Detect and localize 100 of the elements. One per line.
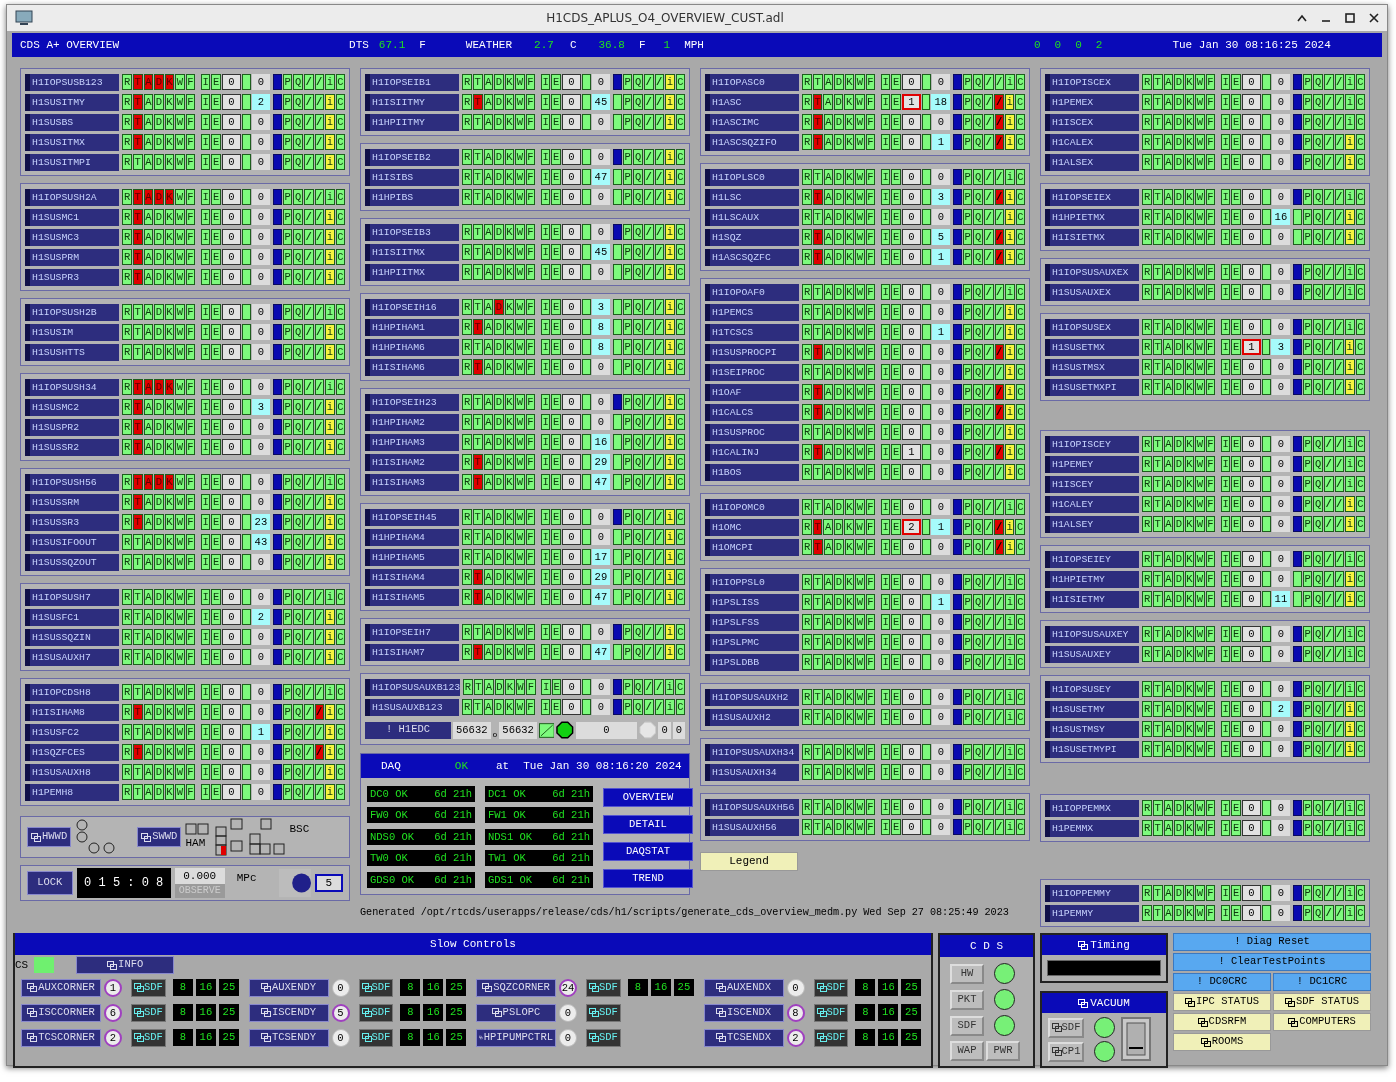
model-button[interactable]: H1SUSPROCPI bbox=[705, 343, 800, 361]
model-button[interactable]: H1PEMMY bbox=[1045, 904, 1140, 922]
model-button[interactable]: H1PSLFSS bbox=[705, 613, 800, 631]
model-button[interactable]: H1SUSPROC bbox=[705, 423, 800, 441]
display-button[interactable]: ROOMS bbox=[1173, 1033, 1271, 1051]
info-button[interactable]: INFO bbox=[76, 956, 175, 974]
vacuum-button[interactable]: VACUUM bbox=[1042, 993, 1166, 1013]
display-button[interactable]: COMPUTERS bbox=[1273, 1013, 1371, 1031]
hwwd-button[interactable]: HWWD bbox=[27, 827, 72, 847]
model-button[interactable]: H1SQZFCES bbox=[25, 743, 120, 761]
model-button[interactable]: H1IOPCDSH8 bbox=[25, 683, 120, 701]
model-button[interactable]: H1ASCIMC bbox=[705, 113, 800, 131]
model-button[interactable]: H1IOPISCEX bbox=[1045, 73, 1140, 91]
model-button[interactable]: H1HPIITMX bbox=[365, 263, 460, 281]
model-button[interactable]: H1IOPSUSAUXEY bbox=[1045, 625, 1140, 643]
daq-nav-button[interactable]: TREND bbox=[603, 869, 693, 888]
model-button[interactable]: H1CALCS bbox=[705, 403, 800, 421]
model-button[interactable]: H1ISIHAM4 bbox=[365, 568, 460, 586]
model-button[interactable]: H1SUSETMXPI bbox=[1045, 378, 1140, 396]
model-button[interactable]: H1SUSAUXB123 bbox=[365, 698, 460, 716]
daq-nav-button[interactable]: DAQSTAT bbox=[603, 842, 693, 861]
model-button[interactable]: H1IOPOMC0 bbox=[705, 498, 800, 516]
legend-button[interactable]: Legend bbox=[700, 852, 798, 871]
model-button[interactable]: H1ISIITMX bbox=[365, 243, 460, 261]
display-button[interactable]: IPC STATUS bbox=[1173, 993, 1271, 1011]
model-button[interactable]: H1IOPSUSH34 bbox=[25, 378, 120, 396]
system-button[interactable]: ISCENDX bbox=[703, 1003, 784, 1022]
model-button[interactable]: H1OMC bbox=[705, 518, 800, 536]
model-button[interactable]: H1HPIHAM6 bbox=[365, 338, 460, 356]
model-button[interactable]: H1HPIHAM1 bbox=[365, 318, 460, 336]
model-button[interactable]: H1SUSITMPI bbox=[25, 153, 120, 171]
system-button[interactable]: AUXENDY bbox=[248, 978, 329, 997]
model-button[interactable]: H1SUSETMYPI bbox=[1045, 740, 1140, 758]
model-button[interactable]: H1SUSTMSY bbox=[1045, 720, 1140, 738]
model-button[interactable]: H1PEMCS bbox=[705, 303, 800, 321]
model-button[interactable]: H1SUSPR3 bbox=[25, 268, 120, 286]
model-button[interactable]: H1IOPPSL0 bbox=[705, 573, 800, 591]
model-button[interactable]: H1SUSITMX bbox=[25, 133, 120, 151]
model-button[interactable]: H1IOPLSC0 bbox=[705, 168, 800, 186]
model-button[interactable]: H1IOPSEIH16 bbox=[365, 298, 460, 316]
model-button[interactable]: H1SUSSQZIN bbox=[25, 628, 120, 646]
system-button[interactable]: TCSCORNER bbox=[21, 1028, 101, 1047]
timing-button[interactable]: Timing bbox=[1042, 935, 1166, 955]
sdf-button[interactable]: SDF bbox=[586, 978, 621, 997]
model-button[interactable]: H1ISIHAM5 bbox=[365, 588, 460, 606]
daq-nav-button[interactable]: DETAIL bbox=[603, 815, 693, 834]
model-button[interactable]: H1ASCSQZIFO bbox=[705, 133, 800, 151]
model-button[interactable]: H1SUSSQZOUT bbox=[25, 553, 120, 571]
model-button[interactable]: H1CALEY bbox=[1045, 495, 1140, 513]
model-button[interactable]: H1PEMEY bbox=[1045, 455, 1140, 473]
model-button[interactable]: H1HPIITMY bbox=[365, 113, 460, 131]
display-button[interactable]: SDF STATUS bbox=[1273, 993, 1371, 1011]
sdf-button[interactable]: SDF bbox=[131, 978, 166, 997]
check-button[interactable]: SDF bbox=[950, 1015, 984, 1036]
model-button[interactable]: H1IOPSEIEY bbox=[1045, 550, 1140, 568]
model-button[interactable]: H1IOPSUSH2B bbox=[25, 303, 120, 321]
model-button[interactable]: H1IOPSEIB3 bbox=[365, 223, 460, 241]
model-button[interactable]: H1IOPSEIB2 bbox=[365, 148, 460, 166]
model-button[interactable]: H1SUSIM bbox=[25, 323, 120, 341]
model-button[interactable]: H1SUSSR2 bbox=[25, 438, 120, 456]
model-button[interactable]: H1ALSEX bbox=[1045, 153, 1140, 171]
model-button[interactable]: H1SUSFC1 bbox=[25, 608, 120, 626]
model-button[interactable]: H1HPIHAM3 bbox=[365, 433, 460, 451]
model-button[interactable]: H1SUSETMY bbox=[1045, 700, 1140, 718]
model-button[interactable]: H1IOPPEMMY bbox=[1045, 884, 1140, 902]
system-button[interactable]: ISCCORNER bbox=[21, 1003, 101, 1022]
model-button[interactable]: H1SUSIFOOUT bbox=[25, 533, 120, 551]
model-button[interactable]: H1ISIHAM7 bbox=[365, 643, 460, 661]
sdf-button[interactable]: SDF bbox=[586, 1003, 621, 1022]
model-button[interactable]: H1ISIBS bbox=[365, 168, 460, 186]
model-button[interactable]: H1IOPSUSAUXH34 bbox=[705, 743, 800, 761]
model-button[interactable]: H1IOPSUSB123 bbox=[25, 73, 120, 91]
model-button[interactable]: H1SUSSRM bbox=[25, 493, 120, 511]
model-button[interactable]: H1ISCEX bbox=[1045, 113, 1140, 131]
system-button[interactable]: AUXENDX bbox=[703, 978, 784, 997]
system-button[interactable]: SQZCORNER bbox=[476, 978, 556, 997]
model-button[interactable]: H1IOPSUSAUXB123 bbox=[365, 678, 461, 696]
model-button[interactable]: H1SUSAUXEY bbox=[1045, 645, 1140, 663]
system-button[interactable]: TCSENDY bbox=[248, 1028, 329, 1047]
check-button[interactable]: HW bbox=[950, 963, 984, 984]
system-button[interactable]: ISCENDY bbox=[248, 1003, 329, 1022]
system-button[interactable]: PSLOPC bbox=[476, 1003, 556, 1022]
model-button[interactable]: H1SUSSR3 bbox=[25, 513, 120, 531]
vacuum-check-button[interactable]: SDF bbox=[1048, 1017, 1084, 1038]
system-button[interactable]: TCSENDX bbox=[703, 1028, 784, 1047]
model-button[interactable]: H1SUSBS bbox=[25, 113, 120, 131]
model-button[interactable]: H1IOPSUSAUXEX bbox=[1045, 263, 1140, 281]
model-button[interactable]: H1ISIETMX bbox=[1045, 228, 1140, 246]
model-button[interactable]: H1SUSETMX bbox=[1045, 338, 1140, 356]
model-button[interactable]: H1IOPSUSAUXH56 bbox=[705, 798, 800, 816]
model-button[interactable]: H1TCSCS bbox=[705, 323, 800, 341]
model-button[interactable]: H1IOPSEIEX bbox=[1045, 188, 1140, 206]
model-button[interactable]: H1SUSFC2 bbox=[25, 723, 120, 741]
sdf-button[interactable]: SDF bbox=[358, 1003, 394, 1022]
model-button[interactable]: H1SUSHTTS bbox=[25, 343, 120, 361]
model-button[interactable]: H1IOPSUSEX bbox=[1045, 318, 1140, 336]
action-button[interactable]: ! DC0CRC bbox=[1173, 973, 1271, 991]
model-button[interactable]: H1PSLDBB bbox=[705, 653, 800, 671]
model-button[interactable]: H1ALSEY bbox=[1045, 515, 1140, 533]
system-button[interactable]: AUXCORNER bbox=[21, 978, 101, 997]
